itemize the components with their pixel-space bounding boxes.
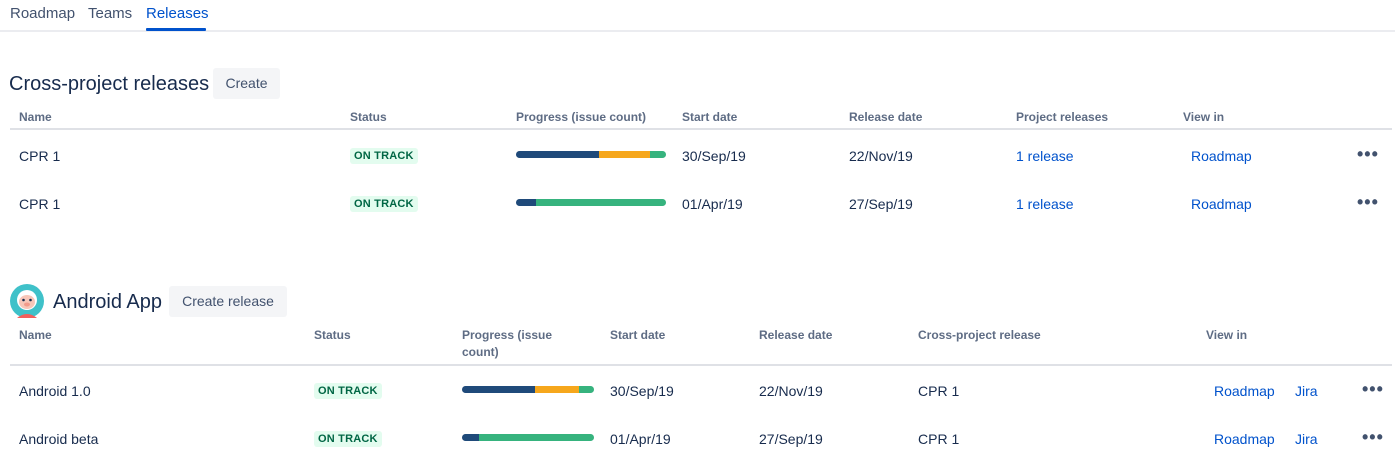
tab-teams[interactable]: Teams [88, 5, 132, 23]
progress-bar [516, 199, 666, 206]
view-in-roadmap-link[interactable]: Roadmap [1214, 382, 1275, 400]
column-header-progress-line1: Progress (issue [462, 328, 553, 342]
status-badge: ON TRACK [350, 148, 418, 164]
column-header-view-in: View in [1183, 110, 1225, 124]
start-date: 01/Apr/19 [682, 196, 743, 212]
release-date: 27/Sep/19 [849, 196, 913, 212]
status-badge: ON TRACK [350, 196, 418, 212]
column-header-start-date: Start date [682, 110, 738, 124]
start-date: 30/Sep/19 [610, 383, 674, 399]
progress-bar [462, 434, 594, 441]
release-date: 27/Sep/19 [759, 431, 823, 447]
release-name: Android 1.0 [19, 383, 91, 399]
view-in-roadmap-link[interactable]: Roadmap [1214, 430, 1275, 448]
column-header-status: Status [314, 328, 351, 342]
view-in-roadmap-link[interactable]: Roadmap [1191, 195, 1252, 213]
release-name: Android beta [19, 431, 99, 447]
progress-segment-todo [535, 199, 666, 206]
column-header-release-date: Release date [759, 328, 833, 342]
tab-bar: Roadmap Teams Releases [0, 0, 1395, 32]
start-date: 01/Apr/19 [610, 431, 671, 447]
create-cross-project-release-button[interactable]: Create [213, 68, 280, 99]
release-date: 22/Nov/19 [849, 148, 913, 164]
column-header-status: Status [350, 110, 387, 124]
cross-project-releases-title: Cross-project releases [9, 73, 210, 95]
column-header-start-date: Start date [610, 328, 666, 342]
create-release-button[interactable]: Create release [169, 286, 287, 317]
table-header-divider [10, 364, 1392, 366]
more-horizontal-icon[interactable]: ••• [1357, 145, 1379, 163]
column-header-progress-line2: count) [462, 345, 499, 359]
progress-segment-in-progress [534, 386, 580, 393]
progress-segment-done [516, 151, 599, 158]
progress-segment-todo [579, 386, 594, 393]
more-horizontal-icon[interactable]: ••• [1362, 380, 1384, 398]
progress-bar [516, 151, 666, 158]
column-header-release-date: Release date [849, 110, 923, 124]
release-name: CPR 1 [19, 196, 61, 212]
more-horizontal-icon[interactable]: ••• [1357, 193, 1379, 211]
status-badge: ON TRACK [314, 383, 382, 399]
progress-segment-in-progress [598, 151, 650, 158]
column-header-name: Name [19, 328, 52, 342]
active-tab-indicator [146, 28, 206, 31]
table-header-divider [10, 128, 1392, 130]
progress-segment-todo [649, 151, 666, 158]
view-in-jira-link[interactable]: Jira [1295, 382, 1318, 400]
tab-releases[interactable]: Releases [146, 5, 209, 23]
status-badge: ON TRACK [314, 431, 382, 447]
column-header-progress: Progress (issue count) [516, 110, 647, 124]
progress-segment-done [462, 434, 480, 441]
start-date: 30/Sep/19 [682, 148, 746, 164]
progress-segment-done [462, 386, 535, 393]
android-app-title: Android App [53, 291, 162, 313]
tab-roadmap[interactable]: Roadmap [10, 5, 75, 23]
release-date: 22/Nov/19 [759, 383, 823, 399]
project-releases-link[interactable]: 1 release [1016, 147, 1074, 165]
project-avatar-icon [10, 284, 44, 318]
view-in-jira-link[interactable]: Jira [1295, 430, 1318, 448]
more-horizontal-icon[interactable]: ••• [1362, 428, 1384, 446]
column-header-view-in: View in [1206, 328, 1248, 342]
progress-bar [462, 386, 594, 393]
column-header-name: Name [19, 110, 52, 124]
column-header-cross-project-release: Cross-project release [918, 328, 1041, 342]
cross-project-release: CPR 1 [918, 431, 960, 447]
progress-segment-todo [479, 434, 594, 441]
progress-segment-done [516, 199, 536, 206]
column-header-project-releases: Project releases [1016, 110, 1109, 124]
cross-project-release: CPR 1 [918, 383, 960, 399]
view-in-roadmap-link[interactable]: Roadmap [1191, 147, 1252, 165]
project-releases-link[interactable]: 1 release [1016, 195, 1074, 213]
column-header-progress: Progress (issue count) [462, 327, 552, 361]
release-name: CPR 1 [19, 148, 61, 164]
